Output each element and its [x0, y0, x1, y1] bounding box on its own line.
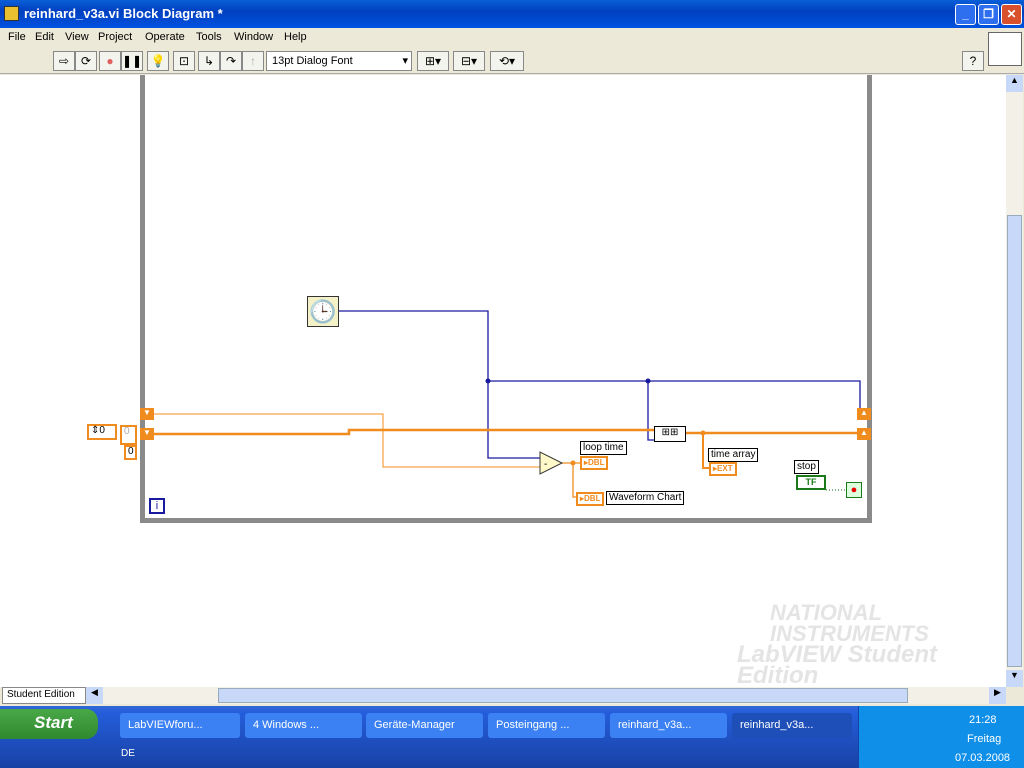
clock-day: Freitag [967, 733, 1002, 745]
help-button[interactable]: ? [962, 51, 984, 71]
task-geraete-manager[interactable]: Geräte-Manager [366, 713, 483, 738]
step-over-icon[interactable]: ↷ [220, 51, 242, 71]
wire-orange [153, 428, 655, 436]
loop-condition-stop-icon[interactable]: ● [846, 482, 862, 498]
time-array-indicator[interactable]: ▸EXT [709, 462, 737, 476]
scroll-left-icon[interactable]: ◀ [86, 687, 103, 704]
task-windows-group[interactable]: 4 Windows ... [245, 713, 362, 738]
menu-bar: File Edit View Project Operate Tools Win… [0, 28, 1024, 48]
array-constant[interactable]: 0 [120, 425, 137, 445]
scroll-up-icon[interactable]: ▲ [1006, 75, 1023, 92]
dbl-type: DBL [588, 458, 605, 467]
wire-orange [153, 413, 540, 468]
font-label: 13pt Dialog Font [272, 55, 353, 67]
iteration-terminal: i [149, 498, 165, 514]
menu-edit[interactable]: Edit [35, 31, 54, 43]
system-tray: 21:28 Freitag 07.03.2008 [858, 706, 1024, 768]
taskbar: Start LabVIEWforu... 4 Windows ... Gerät… [0, 706, 1024, 768]
stop-button-terminal[interactable]: TF [796, 475, 826, 490]
clock-time[interactable]: 21:28 [969, 714, 997, 726]
wires: - [153, 310, 861, 498]
task-labviewforum[interactable]: LabVIEWforu... [120, 713, 240, 738]
labview-icon [4, 6, 19, 21]
menu-operate[interactable]: Operate [145, 31, 185, 43]
font-select[interactable]: 13pt Dialog Font ▾ [266, 51, 412, 71]
menu-view[interactable]: View [65, 31, 89, 43]
chevron-down-icon: ▾ [402, 55, 408, 67]
build-array-icon[interactable]: ⊞⊞ [654, 426, 686, 442]
menu-tools[interactable]: Tools [196, 31, 222, 43]
minimize-button[interactable]: _ [955, 4, 976, 25]
svg-text:-: - [544, 459, 547, 470]
menu-window[interactable]: Window [234, 31, 273, 43]
vertical-scrollbar[interactable]: ▲ ▼ [1006, 75, 1023, 687]
watermark-line1: NATIONAL [770, 600, 883, 625]
clock-date: 07.03.2008 [955, 752, 1011, 764]
watermark-line3: LabVIEW Student Edition [737, 641, 937, 688]
toolbar: ⇨ ⟳ ● ❚❚ 💡 ⊡ ↳ ↷ ↑ 13pt Dialog Font ▾ ⊞▾ … [0, 48, 1024, 74]
ext-type: EXT [717, 464, 733, 473]
ni-watermark: NATIONAL INSTRUMENTS LabVIEW Student Edi… [715, 600, 1006, 688]
menu-project[interactable]: Project [98, 31, 132, 43]
vertical-scroll-thumb[interactable] [1007, 215, 1022, 667]
wire-blue [488, 380, 861, 412]
close-button[interactable]: ✕ [1001, 4, 1022, 25]
abort-icon[interactable]: ● [99, 51, 121, 71]
tick-count-clock-icon[interactable]: 🕒 [307, 296, 339, 327]
retain-wire-values-icon[interactable]: ⊡ [173, 51, 195, 71]
shift-register-right-icon[interactable]: ▲ [857, 408, 871, 420]
step-into-icon[interactable]: ↳ [198, 51, 220, 71]
task-reinhard-1[interactable]: reinhard_v3a... [610, 713, 727, 738]
shift-register-left-icon[interactable]: ▼ [140, 408, 154, 420]
scroll-down-icon[interactable]: ▼ [1006, 670, 1023, 687]
shift-register-left-icon[interactable]: ▼ [140, 428, 154, 440]
task-reinhard-2[interactable]: reinhard_v3a... [732, 713, 852, 738]
time-array-label: time array [708, 448, 759, 462]
maximize-button[interactable]: ❐ [978, 4, 999, 25]
constant-value: 0 [99, 425, 105, 436]
scroll-right-icon[interactable]: ▶ [989, 687, 1006, 704]
language-indicator[interactable]: DE [121, 748, 135, 759]
run-arrow-icon[interactable]: ⇨ [53, 51, 75, 71]
horizontal-scrollbar[interactable]: ◀ ▶ [86, 687, 1006, 704]
align-objects-icon[interactable]: ⊞▾ [417, 51, 449, 71]
distribute-objects-icon[interactable]: ⊟▾ [453, 51, 485, 71]
start-button[interactable]: Start [0, 709, 98, 739]
reorder-icon[interactable]: ⟲▾ [490, 51, 524, 71]
edition-label: Student Edition [2, 687, 86, 704]
title-bar: reinhard_v3a.vi Block Diagram * _ ❐ ✕ [0, 0, 1024, 28]
numeric-constant[interactable]: ⇕0 [87, 424, 117, 440]
waveform-chart-indicator[interactable]: ▸DBL [576, 492, 605, 506]
loop-time-indicator[interactable]: ▸DBL [580, 456, 609, 470]
run-continuously-icon[interactable]: ⟳ [75, 51, 97, 71]
dbl-type: DBL [584, 494, 601, 503]
index-constant[interactable]: 0 [124, 445, 137, 460]
task-posteingang[interactable]: Posteingang ... [488, 713, 605, 738]
horizontal-scroll-thumb[interactable] [218, 688, 908, 703]
wire-blue [338, 310, 540, 459]
highlight-execution-icon[interactable]: 💡 [147, 51, 169, 71]
step-out-icon[interactable]: ↑ [242, 51, 264, 71]
menu-file[interactable]: File [8, 31, 26, 43]
stop-label: stop [794, 460, 819, 474]
pause-icon[interactable]: ❚❚ [121, 51, 143, 71]
loop-time-label: loop time [580, 441, 627, 455]
window-title: reinhard_v3a.vi Block Diagram * [24, 6, 223, 21]
menu-help[interactable]: Help [284, 31, 307, 43]
shift-register-right-icon[interactable]: ▲ [857, 428, 871, 440]
waveform-chart-label: Waveform Chart [606, 491, 685, 505]
block-diagram-canvas[interactable]: - 🕒 ▼ ▼ ▲ ▲ ⇕0 0 0 ⊞⊞ loop time ▸DBL ▸DB… [0, 75, 1006, 687]
